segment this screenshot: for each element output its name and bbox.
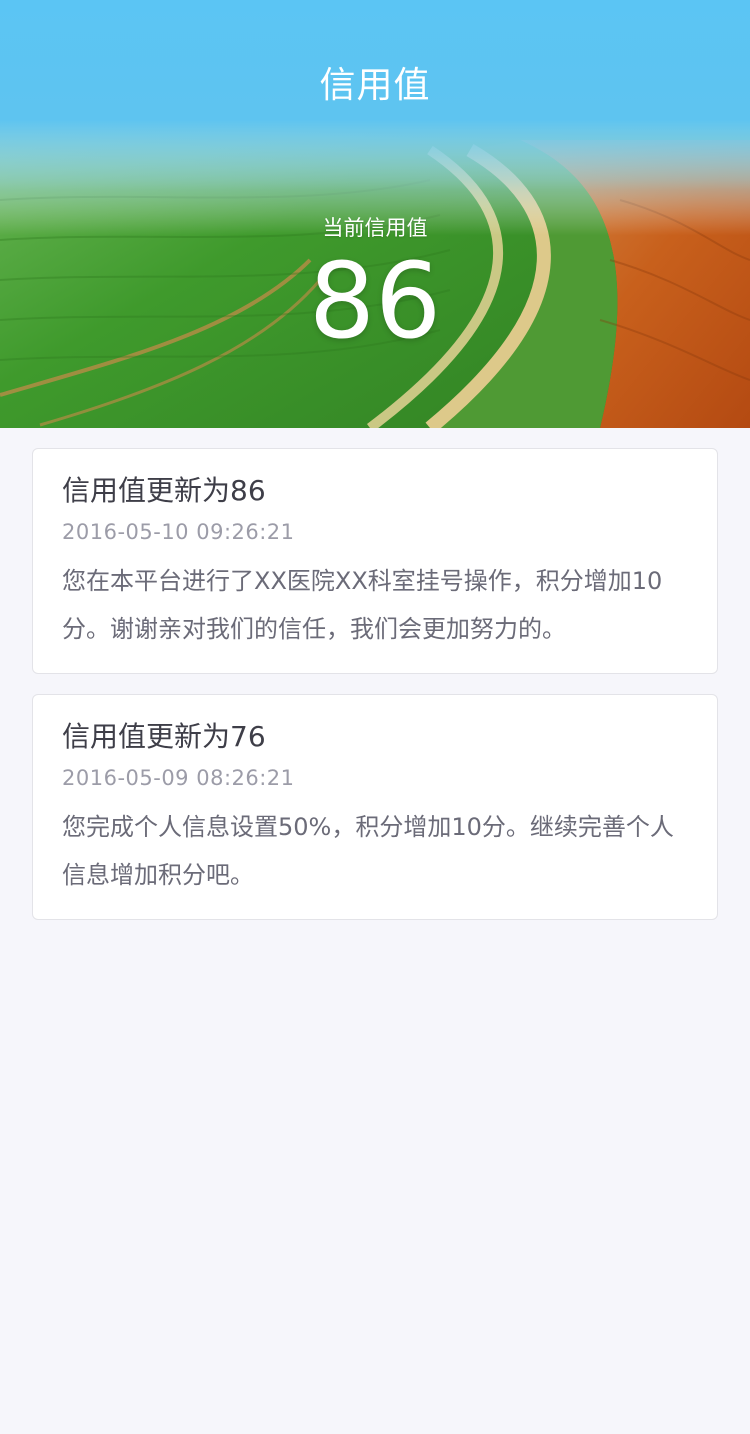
header-banner: 信用值 当前信用值 86 (0, 0, 750, 428)
record-title: 信用值更新为76 (62, 720, 266, 753)
credit-record-card[interactable]: 信用值更新为76 2016-05-09 08:26:21 您完成个人信息设置50… (32, 694, 718, 920)
current-credit-label: 当前信用值 (322, 216, 428, 240)
current-credit-value: 86 (308, 240, 442, 362)
credit-record-card[interactable]: 信用值更新为86 2016-05-10 09:26:21 您在本平台进行了XX医… (32, 448, 718, 674)
record-description: 您在本平台进行了XX医院XX科室挂号操作，积分增加10分。谢谢亲对我们的信任，我… (62, 567, 663, 643)
record-timestamp: 2016-05-09 08:26:21 (62, 766, 295, 790)
record-timestamp: 2016-05-10 09:26:21 (62, 520, 295, 544)
record-description: 您完成个人信息设置50%，积分增加10分。继续完善个人信息增加积分吧。 (62, 813, 674, 889)
page-title: 信用值 (319, 65, 431, 106)
credit-record-list: 信用值更新为86 2016-05-10 09:26:21 您在本平台进行了XX医… (32, 448, 718, 940)
record-title: 信用值更新为86 (62, 474, 266, 507)
